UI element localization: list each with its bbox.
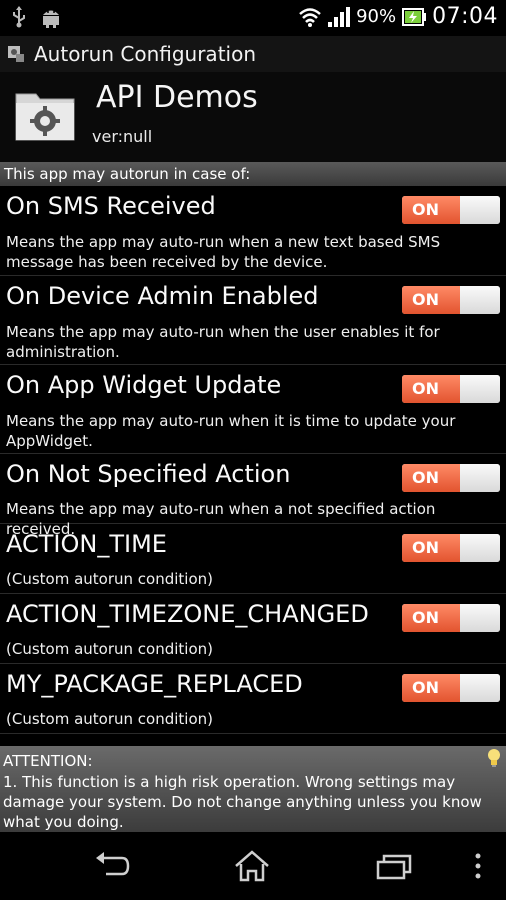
toggle-knob [460, 286, 500, 314]
title-bar: Autorun Configuration [0, 36, 506, 72]
status-bar: 90% 07:04 [0, 0, 506, 36]
toggle-knob [460, 375, 500, 403]
lightbulb-icon [488, 749, 500, 767]
item-title: On SMS Received [6, 192, 216, 220]
item-title: ACTION_TIME [6, 530, 167, 558]
toggle-on-label: ON [402, 464, 460, 492]
autorun-list: On SMS Received ON Means the app may aut… [0, 186, 506, 734]
app-header: API Demos ver:null [0, 72, 506, 162]
page-title: Autorun Configuration [34, 42, 257, 66]
toggle-on-label: ON [402, 534, 460, 562]
item-title: ACTION_TIMEZONE_CHANGED [6, 600, 369, 628]
autorun-toggle[interactable]: ON [402, 286, 500, 314]
back-button[interactable] [92, 850, 132, 882]
battery-charging-icon [402, 7, 427, 26]
autorun-toggle[interactable]: ON [402, 375, 500, 403]
signal-icon [328, 6, 351, 27]
list-item[interactable]: MY_PACKAGE_REPLACED ON (Custom autorun c… [0, 664, 506, 734]
item-description: (Custom autorun condition) [6, 570, 213, 588]
navigation-bar [0, 832, 506, 900]
autorun-toggle[interactable]: ON [402, 604, 500, 632]
overflow-menu-button[interactable] [468, 850, 488, 882]
toggle-knob [460, 604, 500, 632]
list-item[interactable]: ACTION_TIMEZONE_CHANGED ON (Custom autor… [0, 594, 506, 664]
autorun-toggle[interactable]: ON [402, 196, 500, 224]
section-header: This app may autorun in case of: [0, 162, 506, 186]
item-description: Means the app may auto-run when it is ti… [6, 412, 456, 450]
list-item[interactable]: On Not Specified Action ON Means the app… [0, 454, 506, 538]
item-title: On Not Specified Action [6, 460, 291, 488]
list-item[interactable]: On App Widget Update ON Means the app ma… [0, 365, 506, 454]
wifi-icon [299, 7, 321, 27]
item-title: MY_PACKAGE_REPLACED [6, 670, 303, 698]
toggle-knob [460, 196, 500, 224]
toggle-on-label: ON [402, 674, 460, 702]
autorun-toggle[interactable]: ON [402, 464, 500, 492]
home-button[interactable] [232, 850, 272, 882]
android-debug-icon [43, 10, 59, 28]
attention-text: 1. This function is a high risk operatio… [3, 773, 482, 831]
toggle-knob [460, 464, 500, 492]
clock: 07:04 [432, 4, 498, 29]
item-description: (Custom autorun condition) [6, 710, 213, 728]
list-item[interactable]: On Device Admin Enabled ON Means the app… [0, 276, 506, 365]
attention-title: ATTENTION: [3, 752, 93, 770]
list-item[interactable]: On SMS Received ON Means the app may aut… [0, 186, 506, 276]
app-version: ver:null [92, 127, 153, 146]
attention-box: ATTENTION: 1. This function is a high ri… [0, 746, 506, 832]
toggle-on-label: ON [402, 196, 460, 224]
toggle-on-label: ON [402, 604, 460, 632]
item-description: (Custom autorun condition) [6, 640, 213, 658]
autorun-toggle[interactable]: ON [402, 674, 500, 702]
item-title: On Device Admin Enabled [6, 282, 319, 310]
usb-icon [13, 6, 25, 28]
battery-percent: 90% [356, 6, 397, 27]
item-description: Means the app may auto-run when the user… [6, 323, 440, 361]
toggle-knob [460, 674, 500, 702]
toggle-knob [460, 534, 500, 562]
toggle-on-label: ON [402, 375, 460, 403]
autorun-app-icon [8, 46, 24, 62]
toggle-on-label: ON [402, 286, 460, 314]
autorun-toggle[interactable]: ON [402, 534, 500, 562]
recent-apps-button[interactable] [374, 850, 414, 882]
list-item[interactable]: ACTION_TIME ON (Custom autorun condition… [0, 524, 506, 594]
app-name: API Demos [96, 80, 258, 115]
item-title: On App Widget Update [6, 371, 282, 399]
app-folder-icon [15, 93, 75, 141]
item-description: Means the app may auto-run when a new te… [6, 233, 441, 271]
